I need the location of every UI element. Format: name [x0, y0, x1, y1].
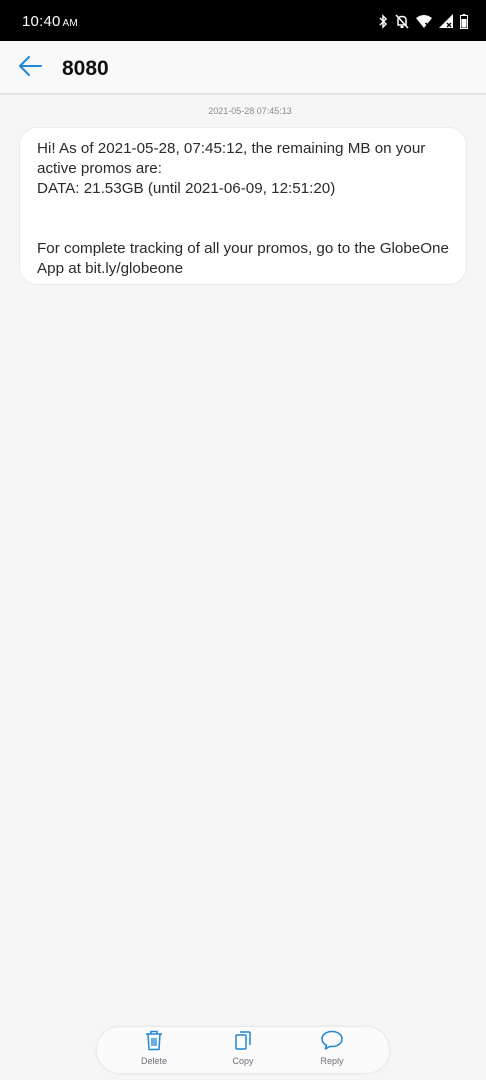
trash-icon [144, 1029, 164, 1056]
reply-label: Reply [320, 1056, 344, 1066]
signal-icon [439, 14, 453, 28]
message-text-data: DATA: 21.53GB (until 2021-06-09, 12:51:2… [37, 180, 336, 197]
back-arrow-icon [17, 55, 43, 82]
status-time-value: 10:40 [22, 13, 61, 30]
message-text-intro: Hi! As of 2021-05-28, 07:45:12, the rema… [37, 140, 426, 177]
message-bubble[interactable]: Hi! As of 2021-05-28, 07:45:12, the rema… [19, 127, 467, 285]
notifications-off-icon [395, 13, 409, 29]
wifi-icon [416, 14, 432, 28]
status-time: 10:40 AM [22, 13, 78, 30]
status-time-ampm: AM [62, 18, 78, 29]
copy-button[interactable]: Copy [213, 1029, 273, 1071]
reply-bubble-icon [320, 1029, 344, 1056]
app-bar: 8080 [0, 41, 486, 95]
status-icons [378, 12, 468, 30]
conversation-title: 8080 [62, 57, 109, 80]
delete-label: Delete [140, 1056, 167, 1066]
message-detail-screen: 10:40 AM 8080 2021-05-28 07:45:13 Hi! As… [0, 0, 486, 1080]
reply-button[interactable]: Reply [302, 1029, 362, 1071]
back-button[interactable] [14, 53, 46, 83]
status-bar: 10:40 AM [0, 0, 486, 41]
battery-icon [460, 13, 468, 29]
message-timestamp: 2021-05-28 07:45:13 [208, 106, 292, 116]
copy-icon [233, 1029, 253, 1056]
message-text-tracking: For complete tracking of all your promos… [37, 240, 449, 277]
bluetooth-icon [378, 13, 388, 29]
message-action-bar: Delete Copy Reply [97, 1027, 389, 1073]
delete-button[interactable]: Delete [124, 1029, 184, 1071]
copy-label: Copy [232, 1056, 254, 1066]
